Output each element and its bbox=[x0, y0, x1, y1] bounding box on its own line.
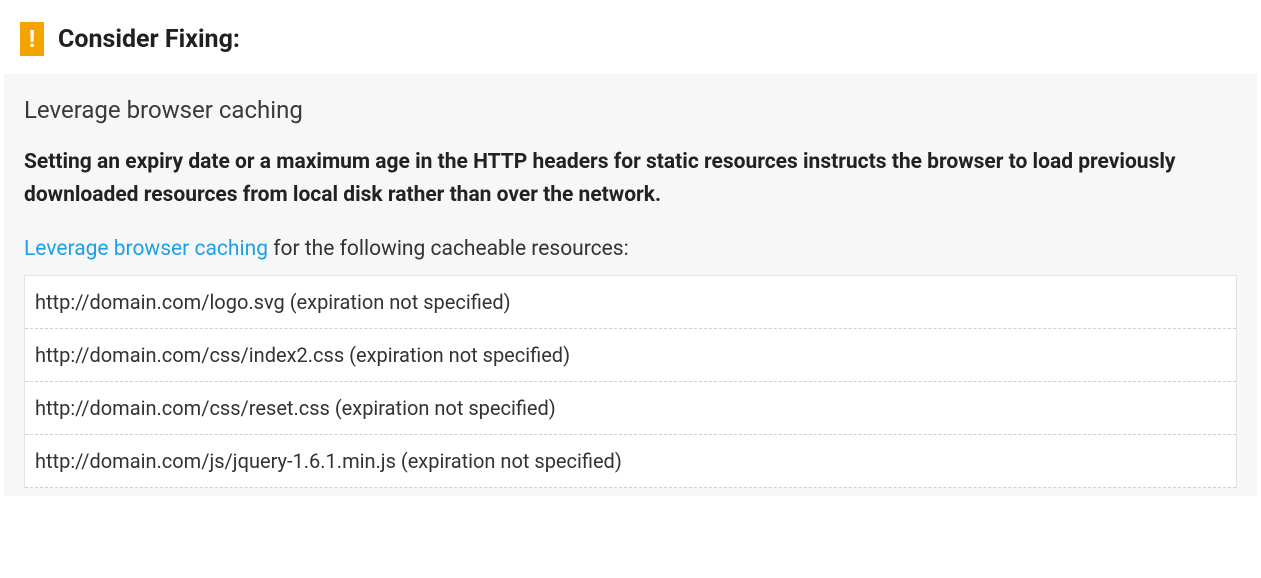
list-item: http://domain.com/logo.svg (expiration n… bbox=[25, 276, 1236, 329]
instruction-text: for the following cacheable resources: bbox=[268, 237, 629, 261]
list-item: http://domain.com/css/reset.css (expirat… bbox=[25, 382, 1236, 435]
resource-list: http://domain.com/logo.svg (expiration n… bbox=[24, 275, 1237, 488]
section-title: Consider Fixing: bbox=[58, 25, 240, 54]
section-header: ! Consider Fixing: bbox=[0, 0, 1261, 74]
list-item: http://domain.com/css/index2.css (expira… bbox=[25, 329, 1236, 382]
report-section: ! Consider Fixing: Leverage browser cach… bbox=[0, 0, 1261, 514]
issue-description: Setting an expiry date or a maximum age … bbox=[24, 146, 1237, 211]
warning-icon: ! bbox=[20, 22, 44, 56]
leverage-caching-link[interactable]: Leverage browser caching bbox=[24, 237, 268, 261]
issue-panel: Leverage browser caching Setting an expi… bbox=[4, 74, 1257, 496]
issue-instruction: Leverage browser caching for the followi… bbox=[24, 237, 1237, 261]
list-item: http://domain.com/js/jquery-1.6.1.min.js… bbox=[25, 435, 1236, 488]
issue-subtitle: Leverage browser caching bbox=[24, 96, 1237, 124]
